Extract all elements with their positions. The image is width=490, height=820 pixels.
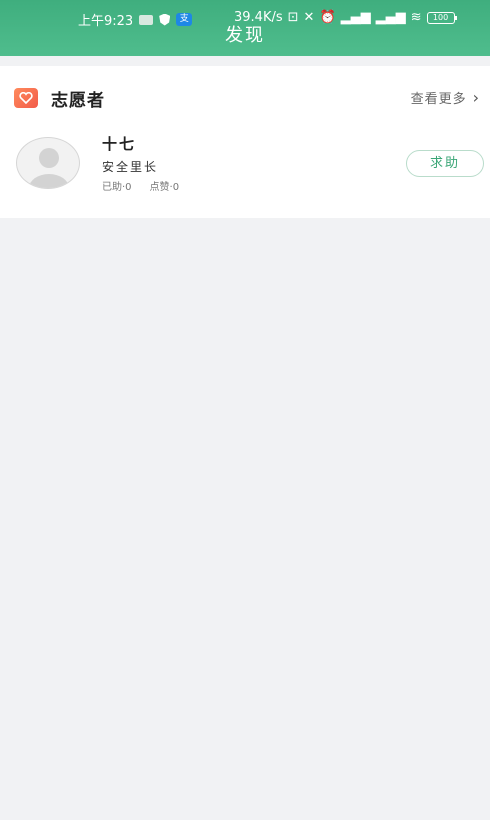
chevron-right-icon: › [472, 87, 480, 107]
ask-help-button[interactable]: 求助 [406, 150, 484, 177]
volunteer-card: 志愿者 查看更多 › 十七 安全里长 已助·0 点赞·0 求助 [0, 66, 490, 218]
section-header: 志愿者 [14, 86, 105, 111]
volunteer-stats: 已助·0 点赞·0 [102, 178, 179, 193]
default-avatar-icon[interactable] [16, 137, 80, 189]
view-more-link[interactable]: 查看更多 › [411, 88, 480, 107]
page-title: 发现 [225, 25, 265, 46]
section-title: 志愿者 [51, 90, 105, 111]
volunteer-name[interactable]: 十七 [102, 133, 136, 154]
helped-count: 已助·0 [102, 182, 132, 193]
heart-icon [14, 88, 38, 108]
view-more-label: 查看更多 [410, 92, 467, 107]
app-header: 上午9:23 支 39.4K/s ⊡ ✕ ⏰ ▂▄▆ ▂▄▆ ≋ 100 发现 [0, 0, 490, 56]
volunteer-role: 安全里长 [102, 160, 159, 174]
likes-count: 点赞·0 [149, 182, 180, 193]
